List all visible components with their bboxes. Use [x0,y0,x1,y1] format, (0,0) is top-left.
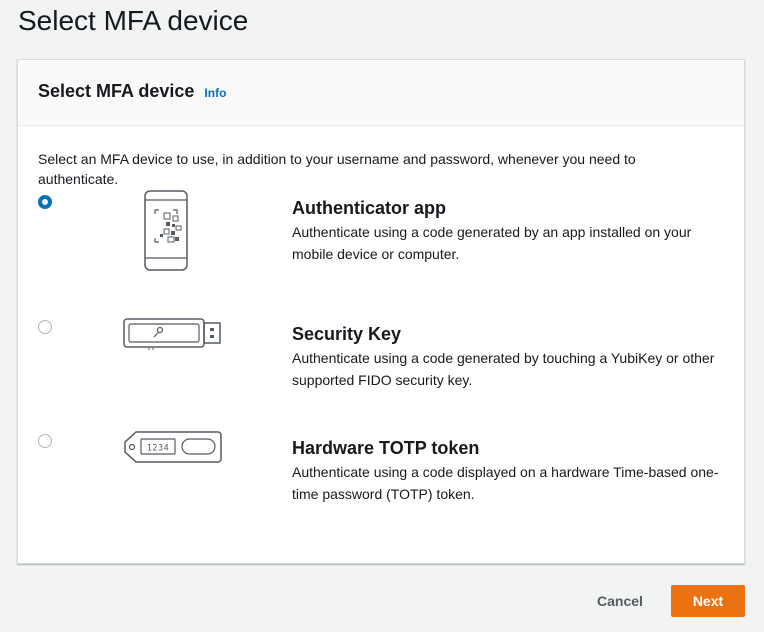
radio-hardware-totp[interactable] [38,434,52,448]
panel-heading: Select MFA device [38,81,195,101]
panel-description: Select an MFA device to use, in addition… [38,151,636,187]
page-title: Select MFA device [18,5,249,36]
radio-authenticator-app[interactable] [38,195,52,209]
cancel-button[interactable]: Cancel [585,585,655,617]
phone-qr-icon [144,190,188,271]
radio-security-key[interactable] [38,320,52,334]
next-button[interactable]: Next [671,585,745,617]
option-title-hardware-totp: Hardware TOTP token [292,438,480,458]
usb-key-icon [123,318,221,350]
totp-display-text: 1234 [147,444,169,454]
option-title-authenticator-app: Authenticator app [292,198,447,218]
option-desc-authenticator-app: Authenticate using a code generated by a… [292,224,692,262]
option-desc-security-key: Authenticate using a code generated by t… [292,350,715,388]
mfa-device-panel: Select MFA device Info Select an MFA dev… [17,59,745,564]
option-title-security-key: Security Key [292,324,402,344]
panel-header: Select MFA device Info [18,60,744,126]
option-desc-hardware-totp: Authenticate using a code displayed on a… [292,464,719,502]
info-link[interactable]: Info [204,86,226,100]
totp-token-icon: 1234 [124,431,222,463]
